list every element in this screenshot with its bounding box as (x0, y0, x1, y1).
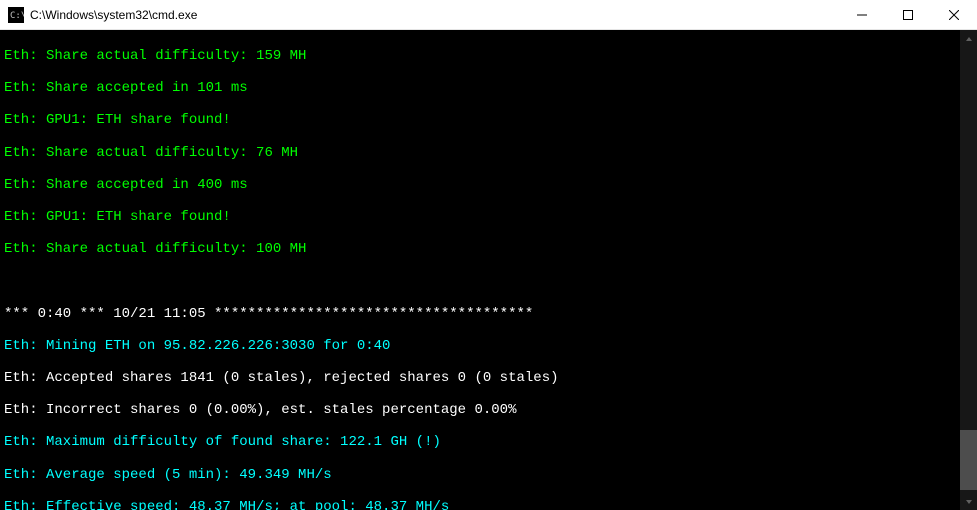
scrollbar-down-button[interactable] (960, 493, 977, 510)
log-line: Eth: Mining ETH on 95.82.226.226:3030 fo… (4, 338, 956, 354)
cmd-window: C:\ C:\Windows\system32\cmd.exe Eth: Sha… (0, 0, 977, 510)
titlebar: C:\ C:\Windows\system32\cmd.exe (0, 0, 977, 30)
log-line: Eth: Accepted shares 1841 (0 stales), re… (4, 370, 956, 386)
log-line: Eth: Average speed (5 min): 49.349 MH/s (4, 467, 956, 483)
terminal-output[interactable]: Eth: Share actual difficulty: 159 MH Eth… (0, 30, 960, 510)
log-line: Eth: Incorrect shares 0 (0.00%), est. st… (4, 402, 956, 418)
cmd-icon: C:\ (8, 7, 24, 23)
log-line: Eth: GPU1: ETH share found! (4, 112, 956, 128)
vertical-scrollbar[interactable] (960, 30, 977, 510)
log-line-header: *** 0:40 *** 10/21 11:05 ***************… (4, 306, 956, 322)
window-controls (839, 0, 977, 29)
log-line: Eth: Share actual difficulty: 100 MH (4, 241, 956, 257)
log-line: Eth: Maximum difficulty of found share: … (4, 434, 956, 450)
log-line: Eth: Share actual difficulty: 159 MH (4, 48, 956, 64)
terminal-area: Eth: Share actual difficulty: 159 MH Eth… (0, 30, 977, 510)
log-line: Eth: Share actual difficulty: 76 MH (4, 145, 956, 161)
scrollbar-up-button[interactable] (960, 30, 977, 47)
blank-line (4, 273, 956, 289)
log-line: Eth: Share accepted in 101 ms (4, 80, 956, 96)
close-button[interactable] (931, 0, 977, 29)
scrollbar-thumb[interactable] (960, 430, 977, 490)
log-line: Eth: Share accepted in 400 ms (4, 177, 956, 193)
svg-text:C:\: C:\ (10, 11, 24, 21)
maximize-button[interactable] (885, 0, 931, 29)
log-line: Eth: GPU1: ETH share found! (4, 209, 956, 225)
window-title: C:\Windows\system32\cmd.exe (30, 8, 839, 22)
log-line: Eth: Effective speed: 48.37 MH/s; at poo… (4, 499, 956, 510)
minimize-button[interactable] (839, 0, 885, 29)
